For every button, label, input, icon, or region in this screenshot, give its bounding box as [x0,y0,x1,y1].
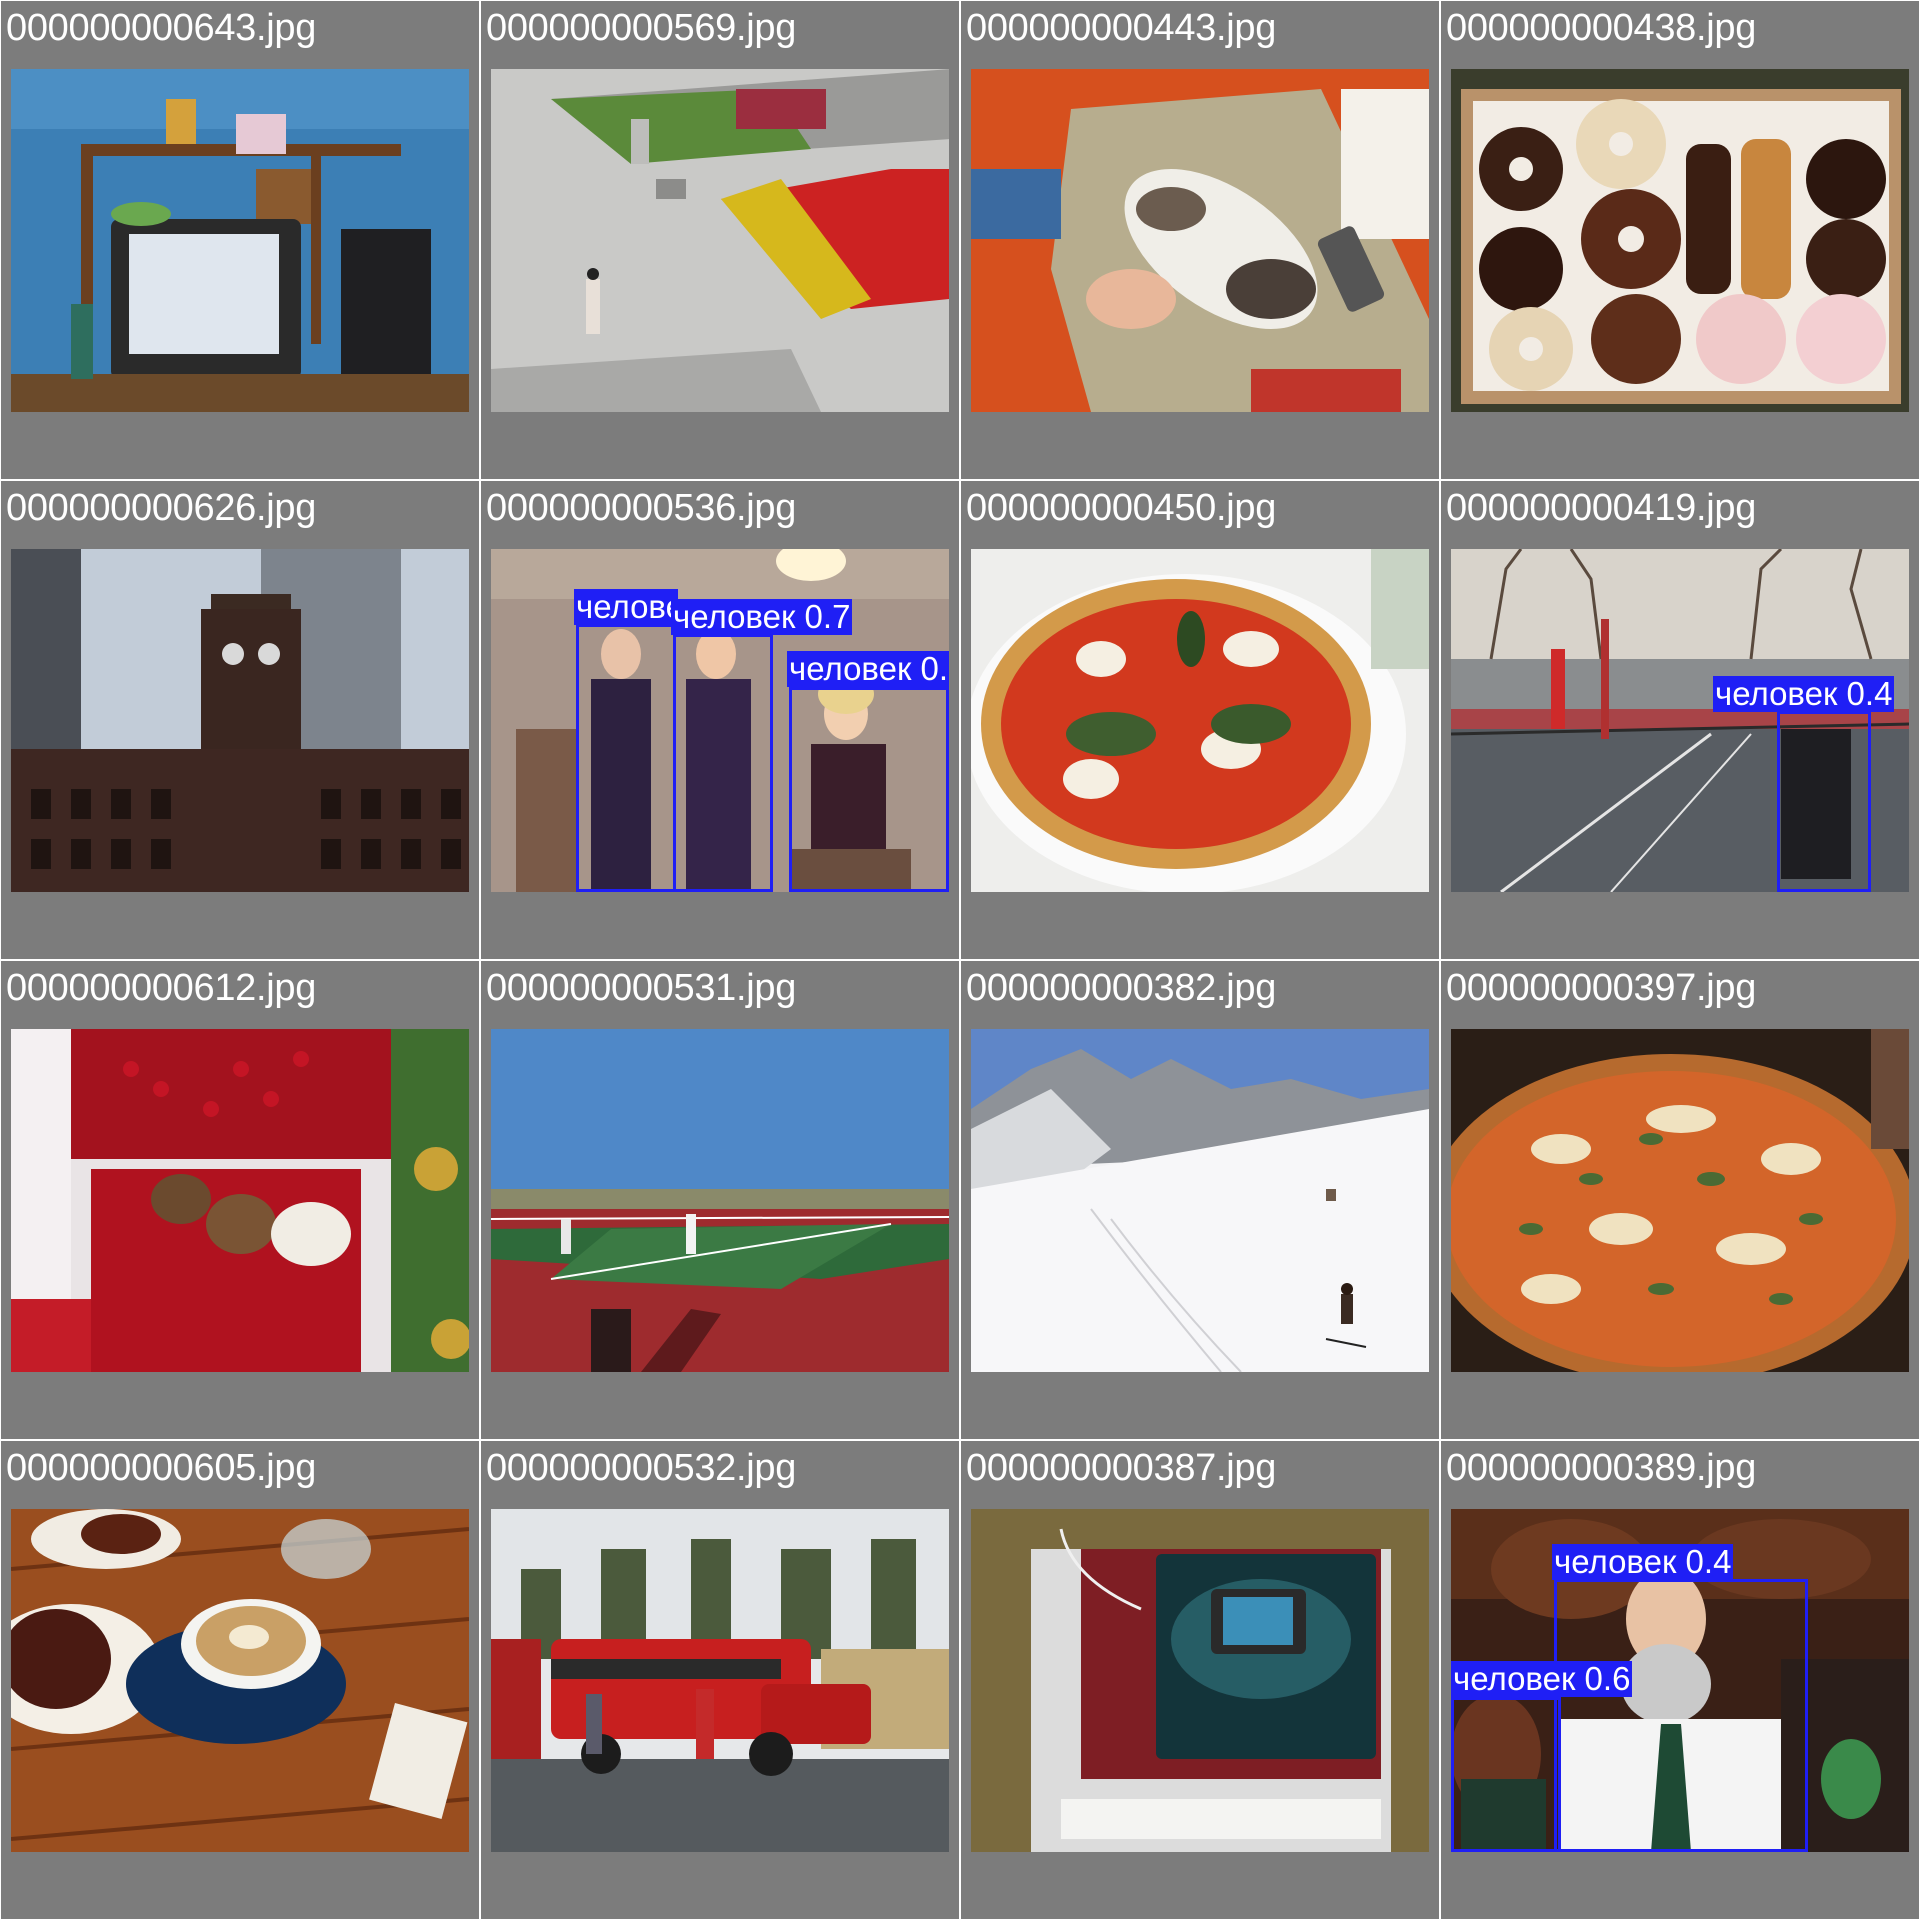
photo-laptop-and-phone [971,1509,1429,1852]
tile: 000000000450.jpg [961,481,1439,959]
photo-tennis-court-winter: человек 0.4 [1451,549,1909,892]
filename-label: 000000000531.jpg [486,967,797,1009]
photo-bearded-man-crowd: человек 0.4 человек 0.6 [1451,1509,1909,1852]
filename-label: 000000000643.jpg [6,7,317,49]
tile: 000000000389.jpg человек 0.4 человек 0.6 [1441,1441,1919,1919]
photo-plaza-with-flowerbeds [491,69,949,412]
filename-label: 000000000450.jpg [966,487,1277,529]
filename-label: 000000000626.jpg [6,487,317,529]
filename-label: 000000000419.jpg [1446,487,1757,529]
filename-label: 000000000569.jpg [486,7,797,49]
filename-label: 000000000389.jpg [1446,1447,1757,1489]
tile: 000000000531.jpg [481,961,959,1439]
filename-label: 000000000443.jpg [966,7,1277,49]
tile: 000000000569.jpg [481,1,959,479]
photo-desk-with-crt-monitor [11,69,469,412]
filename-label: 000000000397.jpg [1446,967,1757,1009]
photo-cat-on-lap [971,69,1429,412]
image-grid: 000000000643.jpg 000000000569.jpg 000000… [0,0,1920,1920]
filename-label: 000000000605.jpg [6,1447,317,1489]
tile: 000000000612.jpg [1,961,479,1439]
photo-red-christmas-bedroom [11,1029,469,1372]
photo-three-women-portrait: человек 0.7 человек 0.7 человек 0.5 [491,549,949,892]
photo-margherita-pizza-plate [971,549,1429,892]
tile: 000000000443.jpg [961,1,1439,479]
filename-label: 000000000536.jpg [486,487,797,529]
tile: 000000000626.jpg [1,481,479,959]
tile: 000000000397.jpg [1441,961,1919,1439]
tile: 000000000387.jpg [961,1441,1439,1919]
tile: 000000000643.jpg [1,1,479,479]
tile: 000000000605.jpg [1,1441,479,1919]
photo-red-school-bus [491,1509,949,1852]
photo-large-pizza-closeup [1451,1029,1909,1372]
photo-box-of-donuts [1451,69,1909,412]
filename-label: 000000000612.jpg [6,967,317,1009]
tile: 000000000438.jpg [1441,1,1919,479]
photo-clock-tower-building [11,549,469,892]
filename-label: 000000000382.jpg [966,967,1277,1009]
filename-label: 000000000438.jpg [1446,7,1757,49]
photo-tennis-courts-sunny [491,1029,949,1372]
photo-latte-and-pastries [11,1509,469,1852]
tile: 000000000532.jpg [481,1441,959,1919]
tile: 000000000382.jpg [961,961,1439,1439]
tile: 000000000536.jpg человек 0.7 чел [481,481,959,959]
tile: 000000000419.jpg человек 0.4 [1441,481,1919,959]
filename-label: 000000000387.jpg [966,1447,1277,1489]
photo-snowy-mountain-skier [971,1029,1429,1372]
filename-label: 000000000532.jpg [486,1447,797,1489]
